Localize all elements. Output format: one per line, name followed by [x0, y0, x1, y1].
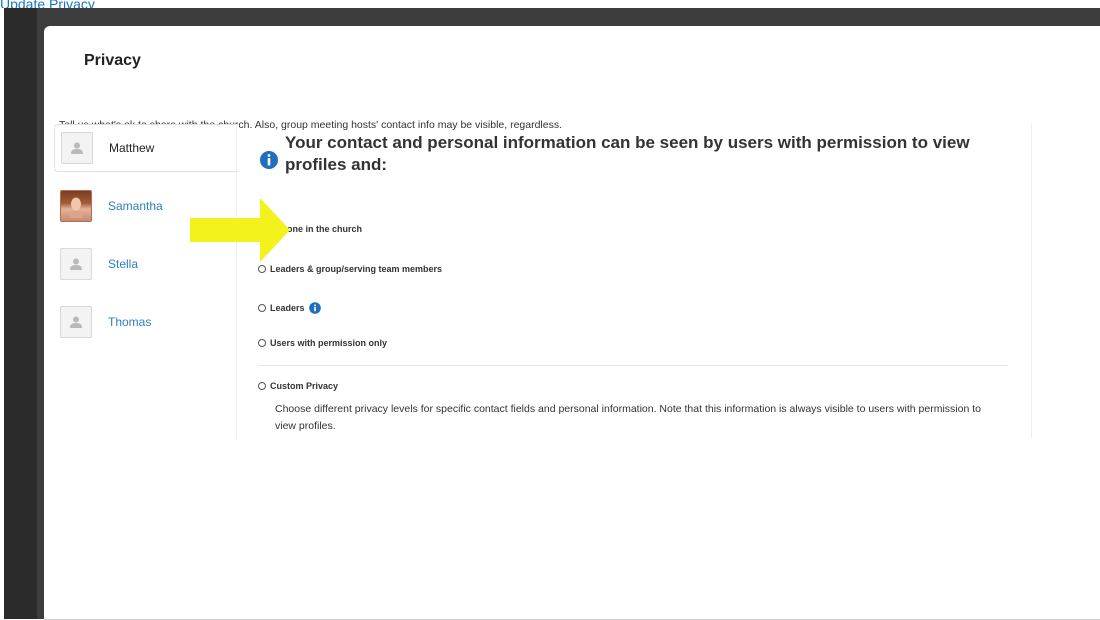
- option-label: Leaders & group/serving team members: [270, 264, 443, 274]
- panel-title: Privacy: [84, 52, 141, 69]
- option-label: Leaders: [270, 303, 305, 313]
- option-label: Users with permission only: [270, 338, 388, 348]
- info-icon: [260, 151, 278, 169]
- avatar-photo: [60, 190, 92, 222]
- person-item-matthew[interactable]: Matthew: [54, 124, 239, 172]
- radio-button[interactable]: [258, 265, 266, 273]
- person-name: Stella: [108, 257, 139, 271]
- person-name: Samantha: [108, 199, 163, 213]
- radio-button[interactable]: [258, 382, 266, 390]
- arrow-right-icon: [190, 198, 290, 262]
- option-leaders-group-serving[interactable]: Leaders & group/serving team members: [258, 264, 442, 274]
- option-users-with-permission[interactable]: Users with permission only: [258, 338, 387, 348]
- person-placeholder-icon: [60, 248, 92, 280]
- option-leaders[interactable]: Leaders: [258, 302, 321, 314]
- radio-button[interactable]: [258, 304, 266, 312]
- info-icon[interactable]: [308, 302, 321, 314]
- divider: [258, 365, 1008, 366]
- person-name: Matthew: [109, 141, 155, 155]
- screen-frame-left: [0, 8, 37, 619]
- top-link[interactable]: Update Privacy: [0, 0, 95, 8]
- person-name: Thomas: [108, 315, 152, 329]
- privacy-headline: Your contact and personal information ca…: [285, 133, 970, 174]
- privacy-options-panel: Your contact and personal information ca…: [236, 124, 1032, 438]
- radio-button[interactable]: [258, 339, 266, 347]
- person-placeholder-icon: [60, 306, 92, 338]
- option-label: Custom Privacy: [270, 381, 339, 391]
- option-custom-privacy[interactable]: Custom Privacy: [258, 381, 338, 391]
- person-placeholder-icon: [61, 132, 93, 164]
- custom-privacy-description: Choose different privacy levels for spec…: [275, 403, 981, 432]
- person-item-thomas[interactable]: Thomas: [54, 298, 244, 346]
